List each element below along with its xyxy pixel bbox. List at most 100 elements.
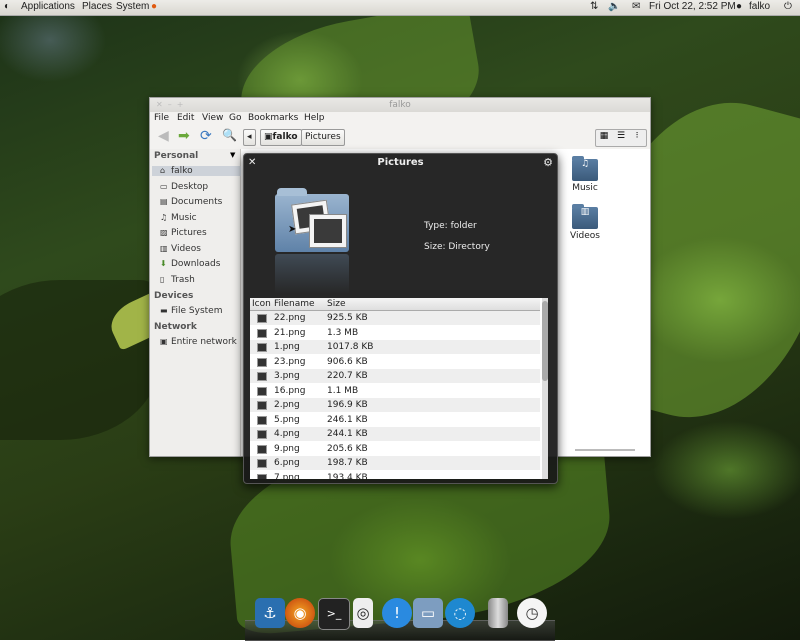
firefox-launcher-icon[interactable]: ● [151, 1, 157, 12]
breadcrumb-home[interactable]: ▣falko [260, 129, 302, 146]
table-row[interactable]: 3.png 220.7 KB [250, 369, 540, 383]
sidebar-item-filesystem[interactable]: ▬ File System [160, 306, 222, 316]
scrollbar-thumb[interactable] [542, 301, 548, 381]
table-row[interactable]: 16.png 1.1 MB [250, 384, 540, 398]
home-icon: ▣ [264, 132, 273, 142]
gear-icon[interactable]: ⚙ [543, 156, 553, 169]
zoom-slider[interactable] [575, 449, 635, 451]
table-row[interactable]: 9.png 205.6 KB [250, 442, 540, 456]
menu-go[interactable]: Go [229, 113, 241, 123]
image-file-icon [257, 401, 267, 410]
size-cell: 193.4 KB [327, 472, 368, 480]
home-folder-icon: ⌂ [160, 166, 166, 175]
sidebar-header-network: Network [154, 322, 197, 332]
folder-icon[interactable]: ▭ [413, 598, 443, 628]
user-status-icon[interactable]: ● [736, 1, 742, 12]
column-icon[interactable]: Icon [252, 299, 271, 309]
sidebar-item-documents[interactable]: ▤ Documents [160, 197, 222, 207]
breadcrumb-left-arrow-icon[interactable]: ◂ [243, 129, 256, 146]
image-file-icon [257, 343, 267, 352]
table-row[interactable]: 23.png 906.6 KB [250, 355, 540, 369]
window-controls[interactable]: ✕–+ [156, 98, 188, 112]
places-menu[interactable]: Places [82, 1, 112, 12]
image-file-icon [257, 444, 267, 454]
trash-icon[interactable] [488, 598, 508, 628]
table-row[interactable]: 1.png 1017.8 KB [250, 340, 540, 354]
window-title: falko [389, 100, 411, 110]
sidebar-menu-arrow-icon[interactable]: ▼ [230, 151, 235, 159]
file-item-music[interactable]: ♫ Music [567, 156, 603, 193]
ubuntu-logo-icon[interactable]: ◐ [4, 1, 10, 12]
filename-cell: 9.png [274, 443, 300, 454]
trash-icon: ▯ [160, 275, 165, 284]
sidebar-item-music[interactable]: ♫ Music [160, 213, 197, 223]
sidebar-item-label: falko [171, 166, 193, 176]
table-row[interactable]: 22.png 925.5 KB [250, 311, 540, 325]
user-name[interactable]: falko [749, 1, 770, 12]
network-updown-icon[interactable]: ⇅ [590, 1, 598, 12]
scrollbar[interactable] [542, 298, 548, 479]
reload-icon[interactable]: ⟳ [200, 128, 212, 144]
column-filename[interactable]: Filename [274, 299, 315, 309]
size-cell: 198.7 KB [327, 458, 368, 468]
filename-cell: 5.png [274, 414, 300, 425]
firefox-icon[interactable]: ◉ [285, 598, 315, 628]
mail-icon[interactable]: ✉ [632, 1, 640, 12]
table-row[interactable]: 6.png 198.7 KB [250, 456, 540, 470]
volume-icon[interactable]: 🔈 [608, 1, 620, 12]
table-row[interactable]: 4.png 244.1 KB [250, 427, 540, 441]
terminal-icon[interactable]: >_ [318, 598, 350, 630]
table-row[interactable]: 2.png 196.9 KB [250, 398, 540, 412]
chat-icon[interactable]: ! [382, 598, 412, 628]
table-row[interactable]: 5.png 246.1 KB [250, 413, 540, 427]
breadcrumb-pictures[interactable]: Pictures [301, 129, 345, 146]
size-cell: 906.6 KB [327, 356, 368, 367]
applications-menu[interactable]: Applications [21, 1, 75, 12]
sidebar: Personal ▼ ⌂ falko ▭ Desktop ▤ Documents ♫ M… [150, 149, 244, 456]
sidebar-item-entire-network[interactable]: ▣ Entire network [160, 337, 237, 347]
menu-file[interactable]: File [154, 113, 169, 123]
videos-folder-icon: ▥ [572, 204, 598, 229]
sidebar-item-videos[interactable]: ▥ Videos [160, 244, 201, 254]
sidebar-item-label: Pictures [171, 228, 207, 238]
network-icon[interactable]: ◌ [445, 598, 475, 628]
search-icon[interactable]: 🔍 [222, 128, 237, 142]
sidebar-item-falko[interactable]: ⌂ falko [152, 166, 244, 176]
menu-view[interactable]: View [202, 113, 223, 123]
size-cell: 205.6 KB [327, 443, 368, 454]
table-row[interactable]: 21.png 1.3 MB [250, 326, 540, 340]
window-titlebar[interactable]: ✕–+ falko [150, 98, 650, 112]
size-cell: 1017.8 KB [327, 342, 374, 352]
clock-datetime[interactable]: Fri Oct 22, 2:52 PM [649, 1, 736, 12]
sidebar-item-label: Videos [171, 244, 201, 254]
size-cell: 1.3 MB [327, 327, 359, 338]
list-view-icon[interactable]: ☰ [613, 131, 629, 141]
image-file-icon [257, 430, 267, 439]
sidebar-header-personal: Personal [154, 151, 199, 161]
file-item-videos[interactable]: ▥ Videos [567, 204, 603, 241]
image-file-icon [257, 328, 267, 338]
icon-view-icon[interactable]: ▦ [596, 131, 612, 141]
system-menu[interactable]: System [116, 1, 149, 12]
menu-bookmarks[interactable]: Bookmarks [248, 113, 298, 123]
menu-edit[interactable]: Edit [177, 113, 194, 123]
filename-cell: 1.png [274, 342, 300, 352]
mouse-pointer-icon: ➤ [288, 224, 297, 235]
column-size[interactable]: Size [327, 299, 345, 309]
ipod-icon[interactable]: ◎ [353, 598, 373, 628]
back-arrow-icon[interactable]: ◀ [158, 128, 169, 144]
sidebar-item-trash[interactable]: ▯ Trash [160, 275, 195, 285]
power-icon[interactable]: ⏻ [784, 1, 792, 12]
anchor-icon[interactable]: ⚓ [255, 598, 285, 628]
sidebar-item-desktop[interactable]: ▭ Desktop [160, 182, 208, 192]
sidebar-item-downloads[interactable]: ⬇ Downloads [160, 259, 220, 269]
sidebar-item-label: Desktop [171, 182, 209, 192]
menu-help[interactable]: Help [304, 113, 325, 123]
sidebar-item-pictures[interactable]: ▨ Pictures [160, 228, 207, 238]
dock: ⚓ ◉ >_ ◎ ! ▭ ◌ ◷ [245, 598, 555, 641]
sidebar-item-label: Downloads [171, 259, 221, 269]
clock-icon[interactable]: ◷ [517, 598, 547, 628]
table-row[interactable]: 7.png 193.4 KB [250, 471, 540, 480]
forward-arrow-icon[interactable]: ➡ [178, 128, 190, 144]
compact-view-icon[interactable]: ⁝ [629, 131, 645, 141]
